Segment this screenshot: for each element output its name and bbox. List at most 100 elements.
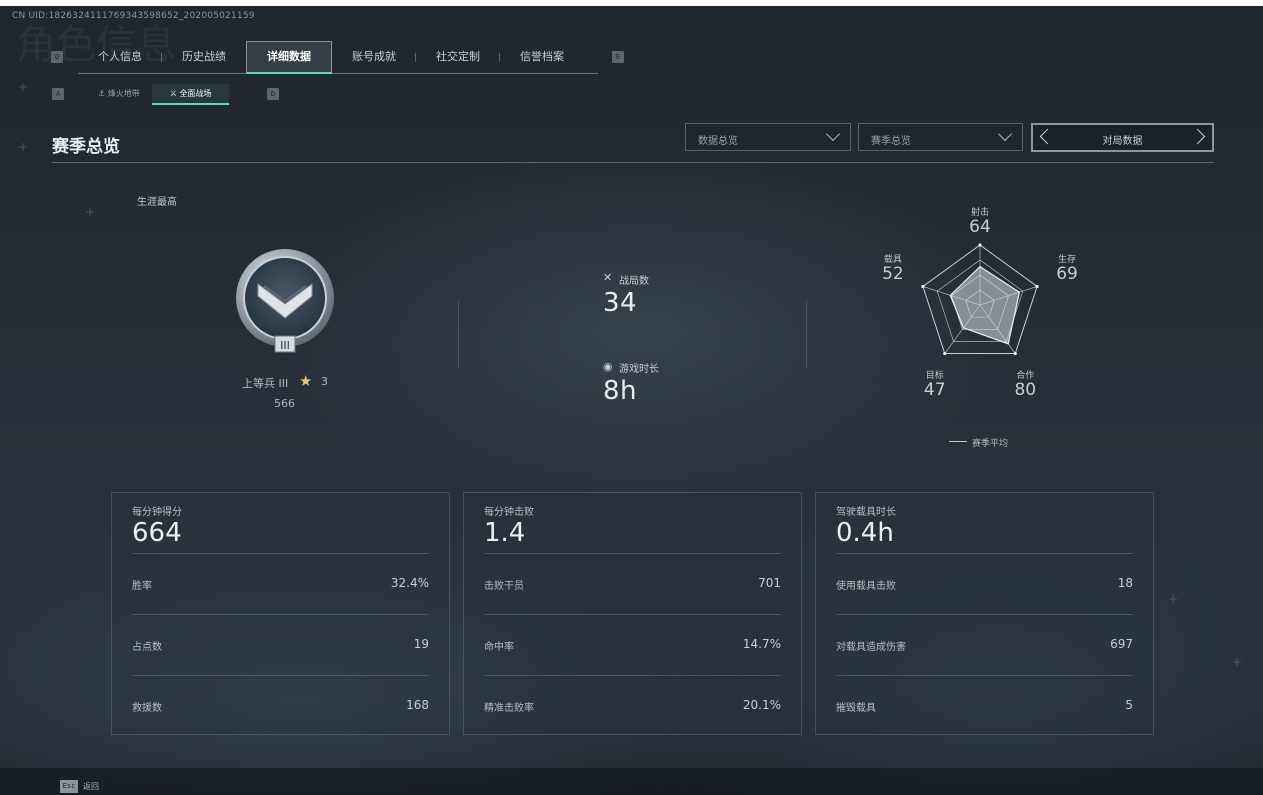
battlefield-icon: ⚔ bbox=[169, 89, 180, 98]
card-row-label: 占点数 bbox=[132, 642, 162, 653]
card-divider bbox=[484, 553, 781, 554]
card-divider bbox=[132, 675, 429, 676]
card-row-label: 使用载具击败 bbox=[836, 581, 896, 592]
tab-personal-info[interactable]: 个人信息 bbox=[78, 41, 162, 73]
radar-vertex-dot bbox=[943, 351, 947, 356]
card-row-value: 18 bbox=[1117, 576, 1133, 590]
radar-vertex-dot bbox=[1013, 351, 1017, 356]
card-row-value: 19 bbox=[413, 637, 429, 651]
career-best-label: 生涯最高 bbox=[137, 197, 177, 208]
card-row-value: 5 bbox=[1125, 698, 1133, 712]
player-uid: CN UID:1826324111769343598652_2020050211… bbox=[12, 11, 255, 21]
card-row-label: 命中率 bbox=[484, 642, 514, 653]
column-divider bbox=[806, 301, 807, 369]
subtab-label: 烽火地带 bbox=[107, 89, 140, 98]
legend-line bbox=[949, 441, 967, 442]
card-head-value: 0.4h bbox=[836, 518, 894, 548]
radar-vertex-dot bbox=[921, 284, 925, 289]
subtab-next-key[interactable]: D bbox=[267, 88, 279, 100]
radar-legend: 赛季平均 bbox=[972, 439, 1009, 449]
decor-plus-icon: + bbox=[18, 140, 29, 154]
match-data-switcher[interactable]: 对局数据 bbox=[1031, 123, 1214, 152]
radar-vertex-dot bbox=[1035, 284, 1039, 289]
vehicle-card: 驾驶载具时长 0.4h 使用载具击败 18 对载具造成伤害 697 摧毁载具 5 bbox=[815, 492, 1154, 735]
card-row-value: 168 bbox=[406, 698, 429, 712]
card-row-label: 击败干员 bbox=[484, 581, 524, 592]
card-divider bbox=[132, 553, 429, 554]
subtab-label: 全面战场 bbox=[179, 89, 212, 98]
card-divider bbox=[484, 675, 781, 676]
season-overview-dropdown[interactable]: 赛季总览 bbox=[858, 123, 1023, 151]
tab-detailed-data[interactable]: 详细数据 bbox=[246, 40, 332, 74]
tab-next-key[interactable]: E bbox=[612, 51, 624, 63]
footer-bar bbox=[0, 768, 1263, 795]
matches-value: 34 bbox=[603, 288, 638, 318]
main-tabs: 个人信息 历史战绩 详细数据 账号成就 社交定制 信誉档案 bbox=[78, 40, 598, 74]
subtab-full-battlefield[interactable]: ⚔ 全面战场 bbox=[151, 84, 230, 105]
rank-badge-numeral: III bbox=[280, 339, 290, 352]
card-row-value: 32.4% bbox=[390, 576, 429, 590]
back-button[interactable]: 返回 bbox=[83, 781, 99, 792]
decor-plus-icon: + bbox=[18, 80, 29, 94]
section-divider bbox=[52, 162, 1214, 163]
card-row-value: 14.7% bbox=[742, 637, 781, 651]
card-divider bbox=[836, 553, 1133, 554]
combat-card: 每分钟击败 1.4 击败干员 701 命中率 14.7% 精准击败率 20.1% bbox=[463, 492, 802, 735]
card-row-label: 胜率 bbox=[132, 581, 152, 592]
stopwatch-icon: ◉ bbox=[603, 360, 613, 373]
switcher-label: 对局数据 bbox=[1102, 136, 1143, 147]
column-divider bbox=[458, 301, 459, 369]
card-row-value: 701 bbox=[758, 576, 781, 590]
tab-social-customization[interactable]: 社交定制 bbox=[416, 41, 500, 73]
crossed-swords-icon: ✕ bbox=[603, 271, 613, 284]
card-head-label: 每分钟得分 bbox=[132, 507, 182, 518]
rank-badge-icon: III bbox=[236, 249, 334, 353]
decor-plus-icon: + bbox=[1232, 655, 1243, 669]
playtime-label: 游戏时长 bbox=[619, 364, 659, 375]
radar-axis-value: 47 bbox=[923, 379, 946, 400]
card-divider bbox=[836, 614, 1133, 615]
tab-account-achievements[interactable]: 账号成就 bbox=[332, 41, 416, 73]
hazard-zone-icon: ⚓ bbox=[98, 89, 108, 98]
decor-plus-icon: + bbox=[1168, 592, 1179, 606]
card-row-label: 摧毁载具 bbox=[836, 703, 876, 714]
esc-key[interactable]: Esc bbox=[60, 780, 78, 793]
radar-vertex-dot bbox=[978, 243, 982, 247]
radar-axis-value: 69 bbox=[1056, 264, 1078, 285]
window-top-edge bbox=[0, 0, 1263, 6]
card-row-value: 697 bbox=[1110, 637, 1133, 651]
tab-prev-key[interactable]: Q bbox=[51, 51, 63, 63]
radar-axis-value: 80 bbox=[1014, 379, 1037, 400]
subtab-prev-key[interactable]: A bbox=[52, 88, 64, 100]
page-title: 赛季总览 bbox=[52, 137, 120, 157]
subtab-hazard-zone[interactable]: ⚓ 烽火地带 bbox=[86, 84, 152, 103]
rank-name: 上等兵 III bbox=[242, 377, 289, 390]
matches-label: 战局数 bbox=[619, 276, 649, 287]
card-head-label: 每分钟击败 bbox=[484, 507, 534, 518]
card-row-label: 救援数 bbox=[132, 703, 162, 714]
chevron-down-icon bbox=[997, 126, 1013, 142]
card-divider bbox=[132, 614, 429, 615]
radar-value-area bbox=[949, 265, 1021, 345]
star-icon: ★ bbox=[299, 372, 313, 390]
rank-star-count: 3 bbox=[321, 375, 328, 388]
card-head-value: 1.4 bbox=[484, 518, 526, 548]
card-row-label: 对载具造成伤害 bbox=[836, 642, 906, 653]
score-card: 每分钟得分 664 胜率 32.4% 占点数 19 救援数 168 bbox=[111, 492, 450, 735]
dropdown-label: 数据总览 bbox=[698, 136, 738, 147]
decor-plus-icon: + bbox=[85, 205, 96, 219]
data-overview-dropdown[interactable]: 数据总览 bbox=[685, 123, 851, 151]
card-head-label: 驾驶载具时长 bbox=[836, 507, 896, 518]
card-row-label: 精准击败率 bbox=[484, 703, 534, 714]
radar-axis-value: 52 bbox=[882, 264, 904, 285]
dropdown-label: 赛季总览 bbox=[871, 136, 911, 147]
tab-history[interactable]: 历史战绩 bbox=[162, 41, 246, 73]
card-divider bbox=[836, 675, 1133, 676]
radar-axis-value: 64 bbox=[969, 217, 991, 237]
tab-credit-record[interactable]: 信誉档案 bbox=[500, 41, 584, 73]
card-divider bbox=[484, 614, 781, 615]
rank-score: 566 bbox=[274, 397, 295, 410]
sub-tabs: ⚓ 烽火地带 ⚔ 全面战场 bbox=[86, 84, 230, 105]
playtime-value: 8h bbox=[603, 376, 638, 406]
chevron-down-icon bbox=[825, 126, 841, 142]
